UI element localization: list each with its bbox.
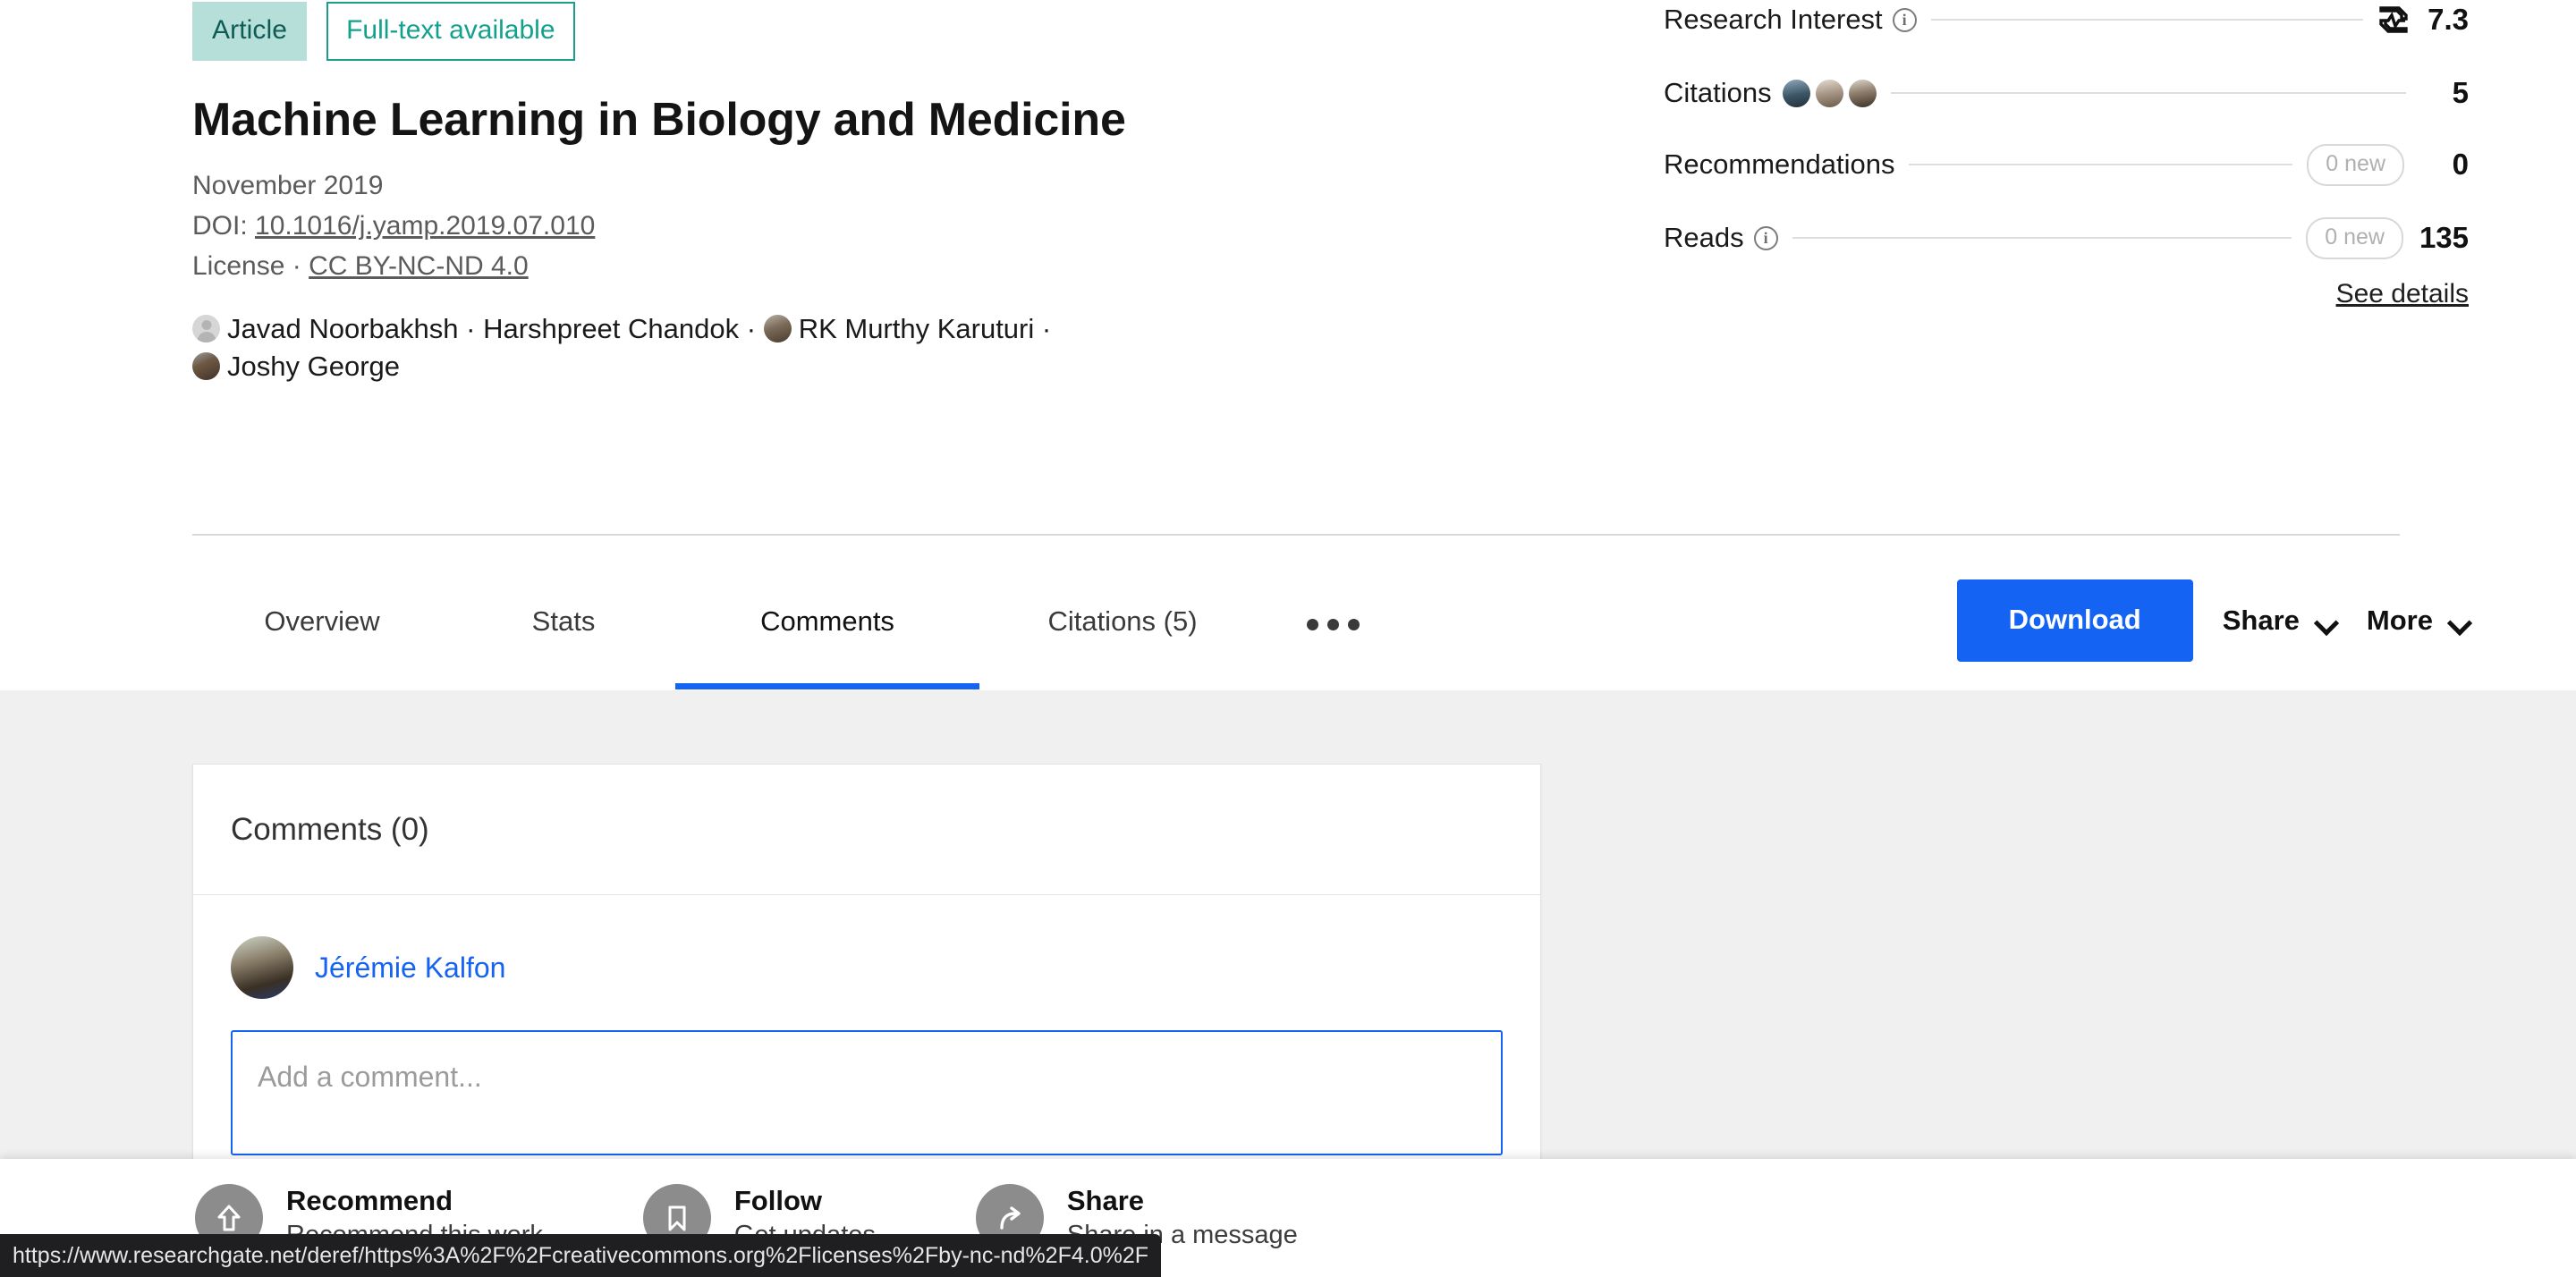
author-item[interactable]: Joshy George (192, 351, 400, 382)
author-name[interactable]: RK Murthy Karuturi (799, 313, 1035, 344)
more-menu-button[interactable]: More (2367, 605, 2470, 637)
author-name[interactable]: Javad Noorbakhsh (227, 313, 459, 344)
avatar (231, 936, 293, 999)
author-separator: · (458, 313, 484, 345)
more-dots-icon (1306, 619, 1360, 630)
tab-more-overflow[interactable] (1266, 550, 1400, 689)
license-row: License · CC BY-NC-ND 4.0 (192, 249, 1534, 284)
stat-row-research-interest: Research Interest i 7.3 (1664, 0, 2469, 39)
chevron-down-icon (2449, 614, 2470, 627)
author-item[interactable]: RK Murthy Karuturi (763, 313, 1035, 344)
research-interest-icon (2377, 4, 2410, 36)
stat-label: Research Interest (1664, 4, 1883, 35)
author-name[interactable]: Harshpreet Chandok (483, 313, 739, 344)
author-list: Javad Noorbakhsh · Harshpreet Chandok · … (192, 310, 1346, 385)
badge-row: Article Full-text available (192, 0, 1534, 61)
stat-row-recommendations: Recommendations 0 new 0 (1664, 143, 2469, 186)
see-details-link[interactable]: See details (1664, 279, 2469, 309)
leader-line (1792, 237, 2292, 239)
avatar (192, 351, 220, 380)
avatar (192, 315, 220, 343)
publication-info: Article Full-text available Machine Lear… (192, 0, 1534, 385)
stat-value: 135 (2419, 221, 2469, 254)
recommend-title: Recommend (286, 1184, 453, 1216)
info-icon[interactable]: i (1892, 7, 1917, 32)
download-button[interactable]: Download (1956, 579, 2193, 662)
stat-value: 7.3 (2428, 3, 2469, 36)
badge-full-text-available[interactable]: Full-text available (326, 2, 575, 61)
comments-card: Comments (0) Jérémie Kalfon Add a commen… (192, 764, 1541, 1192)
stat-row-citations: Citations 5 (1664, 73, 2469, 113)
tab-stats[interactable]: Stats (452, 550, 675, 689)
comment-input[interactable]: Add a comment... (231, 1030, 1503, 1155)
stats-panel: Research Interest i 7.3 Citations 5 Reco… (1664, 0, 2469, 309)
doi-label: DOI: (192, 210, 248, 241)
status-bar-url: https://www.researchgate.net/deref/https… (0, 1234, 1162, 1277)
badge-article[interactable]: Article (192, 2, 308, 61)
tab-comments[interactable]: Comments (675, 550, 979, 689)
stat-label: Recommendations (1664, 148, 1895, 180)
leader-line (1930, 19, 2363, 21)
more-label: More (2366, 604, 2433, 636)
comments-heading: Comments (0) (193, 765, 1540, 895)
share-menu-button[interactable]: Share (2223, 605, 2337, 637)
new-badge: 0 new (2306, 216, 2403, 259)
commenter-name[interactable]: Jérémie Kalfon (315, 951, 505, 985)
tab-overview[interactable]: Overview (192, 550, 452, 689)
stat-label: Citations (1664, 77, 1772, 108)
publication-meta: November 2019 DOI: 10.1016/j.yamp.2019.0… (192, 169, 1534, 283)
doi-link[interactable]: 10.1016/j.yamp.2019.07.010 (255, 211, 595, 241)
publication-date: November 2019 (192, 171, 384, 201)
page-title: Machine Learning in Biology and Medicine (192, 94, 1126, 146)
stat-value: 5 (2452, 76, 2469, 109)
stat-value: 0 (2452, 148, 2469, 181)
follow-title: Follow (733, 1184, 823, 1216)
avatar (1848, 79, 1877, 107)
avatar (763, 315, 792, 343)
author-separator: · (1034, 313, 1052, 345)
chevron-down-icon (2316, 614, 2337, 627)
author-item[interactable]: Javad Noorbakhsh (192, 313, 459, 344)
leader-line (1909, 164, 2293, 165)
leader-line (1890, 92, 2406, 94)
citation-avatars[interactable] (1782, 79, 1877, 107)
doi-row: DOI: 10.1016/j.yamp.2019.07.010 (192, 209, 1534, 244)
avatar (1782, 79, 1810, 107)
comment-composer: Jérémie Kalfon Add a comment... (193, 895, 1540, 1191)
share-title: Share (1066, 1184, 1145, 1216)
license-label: License · (192, 250, 301, 281)
action-buttons: Download Share More (1956, 550, 2470, 690)
author-item[interactable]: Harshpreet Chandok (483, 313, 739, 344)
stat-label: Reads (1664, 222, 1744, 253)
tab-bar: Overview Stats Comments Citations (5) Do… (0, 550, 2576, 690)
new-badge: 0 new (2307, 143, 2404, 186)
header-divider (192, 534, 2400, 536)
tab-citations[interactable]: Citations (5) (979, 550, 1266, 689)
author-name[interactable]: Joshy George (227, 351, 400, 382)
author-separator: · (739, 313, 764, 345)
share-label: Share (2222, 604, 2300, 636)
info-icon[interactable]: i (1753, 225, 1778, 250)
license-link[interactable]: CC BY-NC-ND 4.0 (309, 251, 529, 281)
stat-row-reads: Reads i 0 new 135 (1664, 216, 2469, 259)
tab-list: Overview Stats Comments Citations (5) (192, 550, 1400, 689)
publication-page: Article Full-text available Machine Lear… (0, 0, 2576, 1277)
avatar (1815, 79, 1843, 107)
commenter-row: Jérémie Kalfon (231, 936, 1503, 999)
